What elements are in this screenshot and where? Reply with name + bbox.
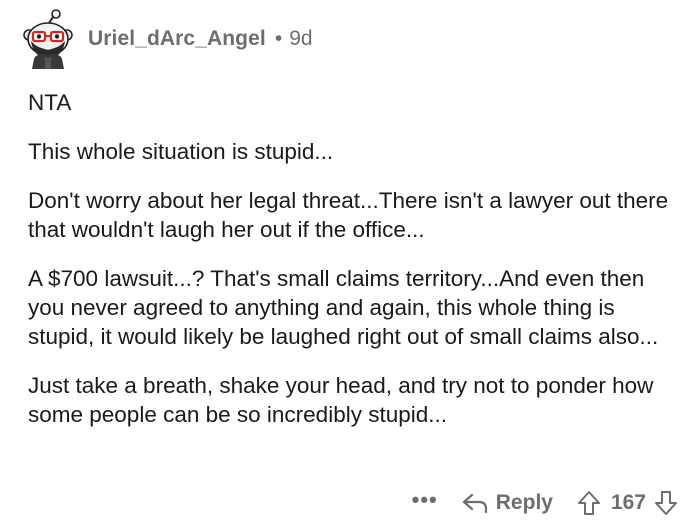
comment-body: NTA This whole situation is stupid... Do… [28, 88, 678, 449]
comment-paragraph: A $700 lawsuit...? That's small claims t… [28, 266, 659, 349]
reply-arrow-icon [462, 493, 487, 514]
comment-actions: ••• Reply 167 [412, 486, 678, 520]
comment: Uriel_dArc_Angel • 9d NTA This whole sit… [0, 0, 700, 531]
comment-paragraph: This whole situation is stupid... [28, 139, 334, 164]
snoo-avatar-icon [23, 9, 73, 69]
upvote-arrow-icon [577, 491, 600, 515]
comment-header: Uriel_dArc_Angel • 9d [22, 8, 313, 70]
comment-age: 9d [289, 27, 313, 50]
avatar[interactable] [22, 9, 74, 69]
more-options-button[interactable]: ••• [412, 489, 438, 511]
vote-controls: 167 [577, 490, 678, 516]
downvote-arrow-icon [655, 491, 677, 515]
meta-separator: • [274, 27, 283, 50]
downvote-button[interactable] [654, 490, 678, 516]
upvote-button[interactable] [577, 490, 601, 516]
reply-label: Reply [495, 491, 553, 514]
comment-paragraph: NTA [28, 90, 72, 115]
comment-paragraph: Don't worry about her legal threat...The… [28, 188, 669, 242]
comment-paragraph: Just take a breath, shake your head, and… [28, 373, 654, 427]
vote-score: 167 [610, 491, 646, 514]
reply-button[interactable]: Reply [462, 491, 553, 515]
username-link[interactable]: Uriel_dArc_Angel [88, 27, 266, 51]
